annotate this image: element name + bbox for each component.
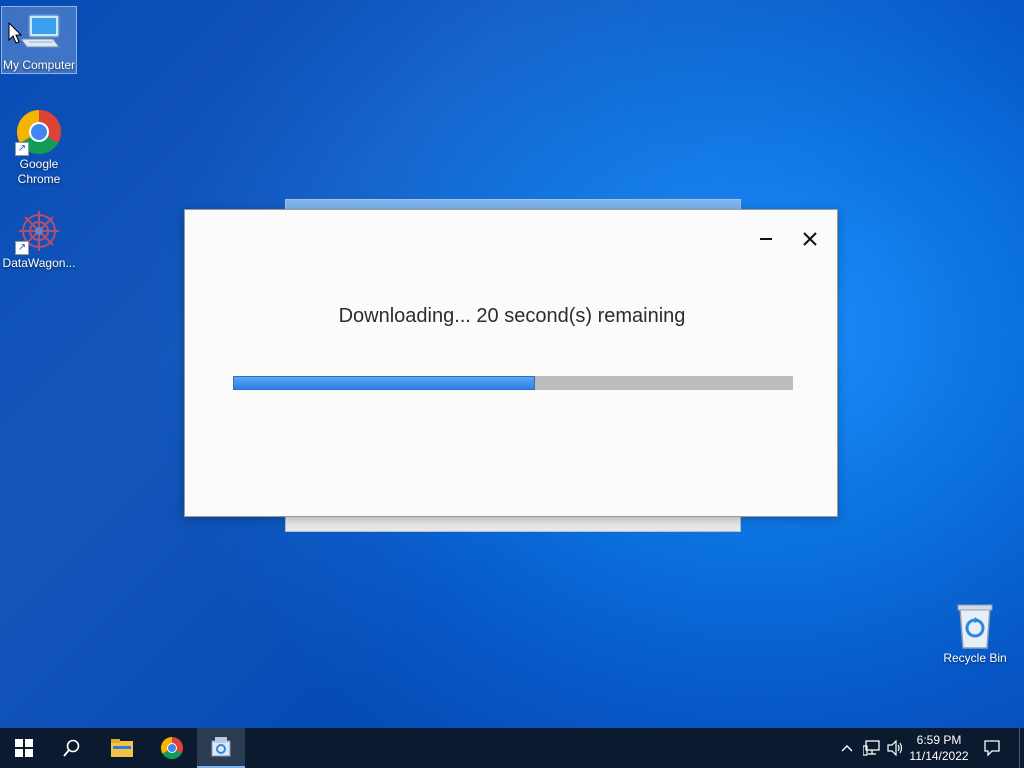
desktop-icon-google-chrome[interactable]: ↗ Google Chrome bbox=[1, 106, 77, 187]
desktop-icon-datawagon[interactable]: ↗ DataWagon... bbox=[1, 205, 77, 271]
action-center-button[interactable] bbox=[978, 728, 1006, 768]
clock-time: 6:59 PM bbox=[916, 733, 962, 747]
close-icon bbox=[803, 232, 817, 246]
network-button[interactable] bbox=[861, 728, 883, 768]
mouse-cursor-icon bbox=[8, 22, 22, 44]
app-icon bbox=[211, 737, 231, 757]
taskbar: 6:59 PM 11/14/2022 bbox=[0, 728, 1024, 768]
show-hidden-icons-button[interactable] bbox=[838, 728, 856, 768]
download-progress-bar bbox=[233, 376, 793, 390]
close-button[interactable] bbox=[795, 228, 825, 250]
desktop-icon-label: Recycle Bin bbox=[943, 651, 1007, 665]
download-status-text: Downloading... 20 second(s) remaining bbox=[338, 305, 686, 327]
desktop-icon-label: My Computer bbox=[2, 58, 76, 72]
shortcut-arrow-icon: ↗ bbox=[15, 142, 29, 156]
computer-icon bbox=[15, 9, 63, 57]
download-dialog: Downloading... 20 second(s) remaining bbox=[184, 209, 838, 517]
chrome-taskbar-button[interactable] bbox=[148, 728, 196, 768]
notification-icon bbox=[984, 740, 1000, 757]
clock[interactable]: 6:59 PM 11/14/2022 bbox=[902, 732, 976, 764]
show-desktop-button[interactable] bbox=[1019, 728, 1024, 768]
file-explorer-button[interactable] bbox=[98, 728, 146, 768]
start-icon bbox=[15, 739, 33, 757]
search-icon bbox=[63, 739, 80, 757]
minimize-button[interactable] bbox=[751, 228, 781, 250]
desktop-icon-label: Google Chrome bbox=[17, 157, 61, 186]
chrome-icon bbox=[161, 737, 183, 759]
clock-date: 11/14/2022 bbox=[909, 749, 969, 763]
network-icon bbox=[863, 740, 880, 756]
search-button[interactable] bbox=[48, 728, 96, 768]
recycle-bin-icon bbox=[951, 602, 999, 650]
file-explorer-icon bbox=[111, 739, 133, 757]
progress-fill bbox=[233, 376, 536, 390]
chrome-icon: ↗ bbox=[15, 108, 63, 156]
desktop-icon-recycle-bin[interactable]: Recycle Bin bbox=[937, 600, 1013, 666]
active-app-taskbar-button[interactable] bbox=[197, 728, 245, 768]
chevron-up-icon bbox=[841, 745, 853, 752]
datawagon-icon: ↗ bbox=[15, 207, 63, 255]
shortcut-arrow-icon: ↗ bbox=[15, 241, 29, 255]
start-button[interactable] bbox=[0, 728, 48, 768]
desktop-icon-label: DataWagon... bbox=[2, 256, 76, 270]
minimize-icon bbox=[760, 238, 772, 240]
